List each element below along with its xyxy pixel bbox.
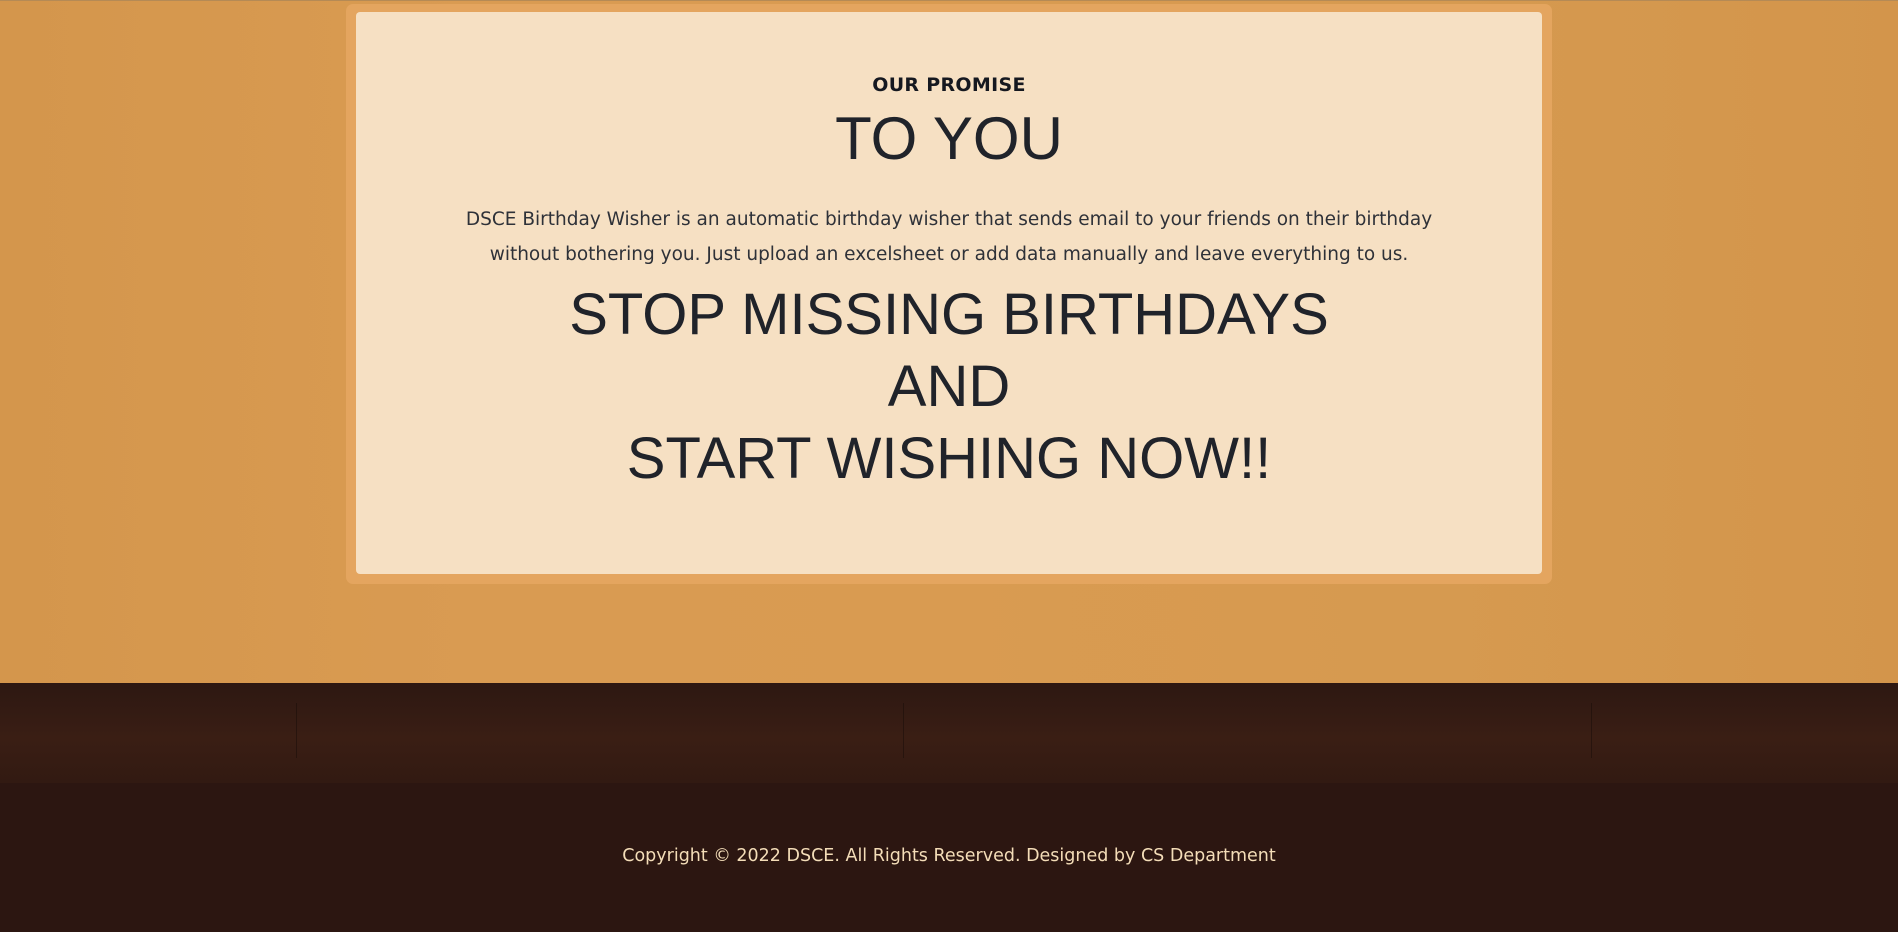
- promise-card: OUR PROMISE TO YOU DSCE Birthday Wisher …: [356, 12, 1542, 574]
- promise-section-frame: OUR PROMISE TO YOU DSCE Birthday Wisher …: [346, 4, 1552, 584]
- site-footer: Copyright © 2022 DSCE. All Rights Reserv…: [0, 683, 1898, 933]
- section-description: DSCE Birthday Wisher is an automatic bir…: [465, 209, 1433, 265]
- footer-divider: [903, 703, 904, 758]
- section-eyebrow: OUR PROMISE: [872, 74, 1026, 96]
- page-background: OUR PROMISE TO YOU DSCE Birthday Wisher …: [0, 0, 1898, 683]
- footer-texture-band: [0, 683, 1898, 783]
- footer-divider: [296, 703, 297, 758]
- section-title: TO YOU: [835, 105, 1063, 172]
- footer-divider: [1591, 703, 1592, 758]
- slogan-line-2: AND: [887, 354, 1011, 419]
- copyright-text: Copyright © 2022 DSCE. All Rights Reserv…: [622, 846, 1276, 866]
- slogan-line-1: STOP MISSING BIRTHDAYS: [569, 282, 1329, 347]
- slogan-line-3: START WISHING NOW!!: [626, 426, 1272, 491]
